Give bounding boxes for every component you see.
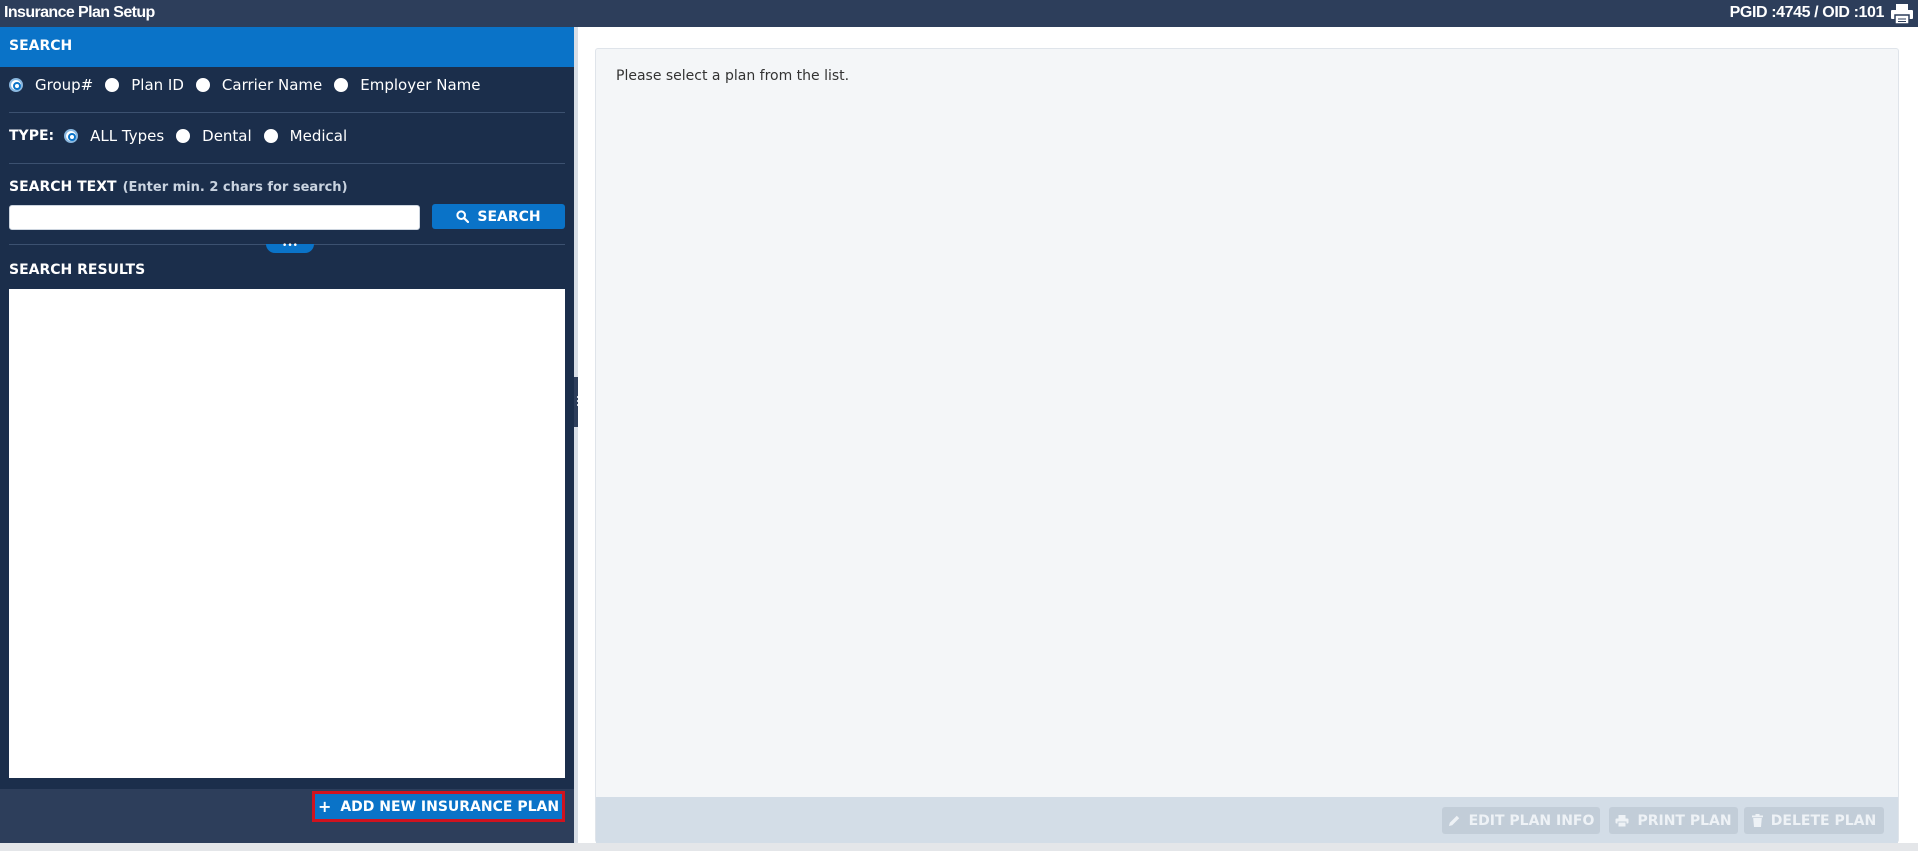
empty-state-message: Please select a plan from the list. — [616, 68, 850, 84]
print-plan-button[interactable]: PRINT PLAN — [1609, 807, 1738, 834]
radio-medical[interactable] — [263, 129, 278, 143]
pencil-icon — [1448, 815, 1459, 826]
type-filter-group: TYPE: ALL Types Dental Medical — [9, 125, 359, 147]
radio-label-plan-id: Plan ID — [131, 76, 184, 94]
type-label: TYPE: — [9, 128, 55, 144]
search-input[interactable] — [9, 205, 420, 230]
radio-label-carrier-name: Carrier Name — [221, 76, 323, 94]
search-results-label: SEARCH RESULTS — [9, 262, 146, 278]
radio-label-employer-name: Employer Name — [360, 76, 481, 94]
printer-icon — [1615, 814, 1629, 827]
add-button-label: ADD NEW INSURANCE PLAN — [340, 798, 560, 815]
title-bar: Insurance Plan Setup PGID :4745 / OID :1… — [0, 0, 1918, 27]
edit-plan-info-button[interactable]: EDIT PLAN INFO — [1442, 807, 1600, 834]
radio-label-dental: Dental — [202, 127, 252, 145]
resize-handle[interactable]: ••• — [266, 242, 314, 253]
edit-plan-info-label: EDIT PLAN INFO — [1468, 812, 1595, 829]
add-new-insurance-plan-button[interactable]: + ADD NEW INSURANCE PLAN — [312, 791, 565, 822]
radio-carrier-name[interactable] — [195, 78, 210, 92]
plus-icon: + — [317, 797, 332, 816]
search-by-group: Group# Plan ID Carrier Name Employer Nam… — [9, 74, 492, 96]
search-button[interactable]: SEARCH — [432, 204, 565, 229]
divider — [9, 163, 565, 164]
radio-label-group-number: Group# — [35, 76, 94, 94]
delete-plan-button[interactable]: DELETE PLAN — [1744, 807, 1884, 834]
search-text-title: SEARCH TEXT — [9, 179, 117, 195]
practice-ids: PGID :4745 / OID :101 — [1729, 4, 1885, 21]
search-header: SEARCH — [0, 27, 574, 67]
radio-all-types[interactable] — [64, 129, 79, 143]
radio-employer-name[interactable] — [334, 78, 349, 92]
radio-label-all-types: ALL Types — [90, 127, 165, 145]
bottom-strip — [0, 843, 1918, 851]
radio-plan-id[interactable] — [105, 78, 120, 92]
delete-plan-label: DELETE PLAN — [1770, 812, 1877, 829]
search-button-label: SEARCH — [477, 208, 541, 225]
search-text-label: SEARCH TEXT (Enter min. 2 chars for searc… — [9, 179, 348, 195]
plan-detail-card — [595, 48, 1899, 843]
search-text-hint: (Enter min. 2 chars for search) — [122, 180, 348, 195]
radio-label-medical: Medical — [289, 127, 348, 145]
window-title: Insurance Plan Setup — [4, 4, 155, 21]
radio-dental[interactable] — [176, 129, 191, 143]
search-results-list[interactable] — [9, 289, 565, 778]
trash-icon — [1751, 814, 1763, 827]
divider — [9, 112, 565, 113]
search-icon — [456, 210, 470, 223]
printer-icon[interactable] — [1890, 4, 1914, 25]
radio-group-number[interactable] — [9, 78, 23, 92]
print-plan-label: PRINT PLAN — [1637, 812, 1732, 829]
